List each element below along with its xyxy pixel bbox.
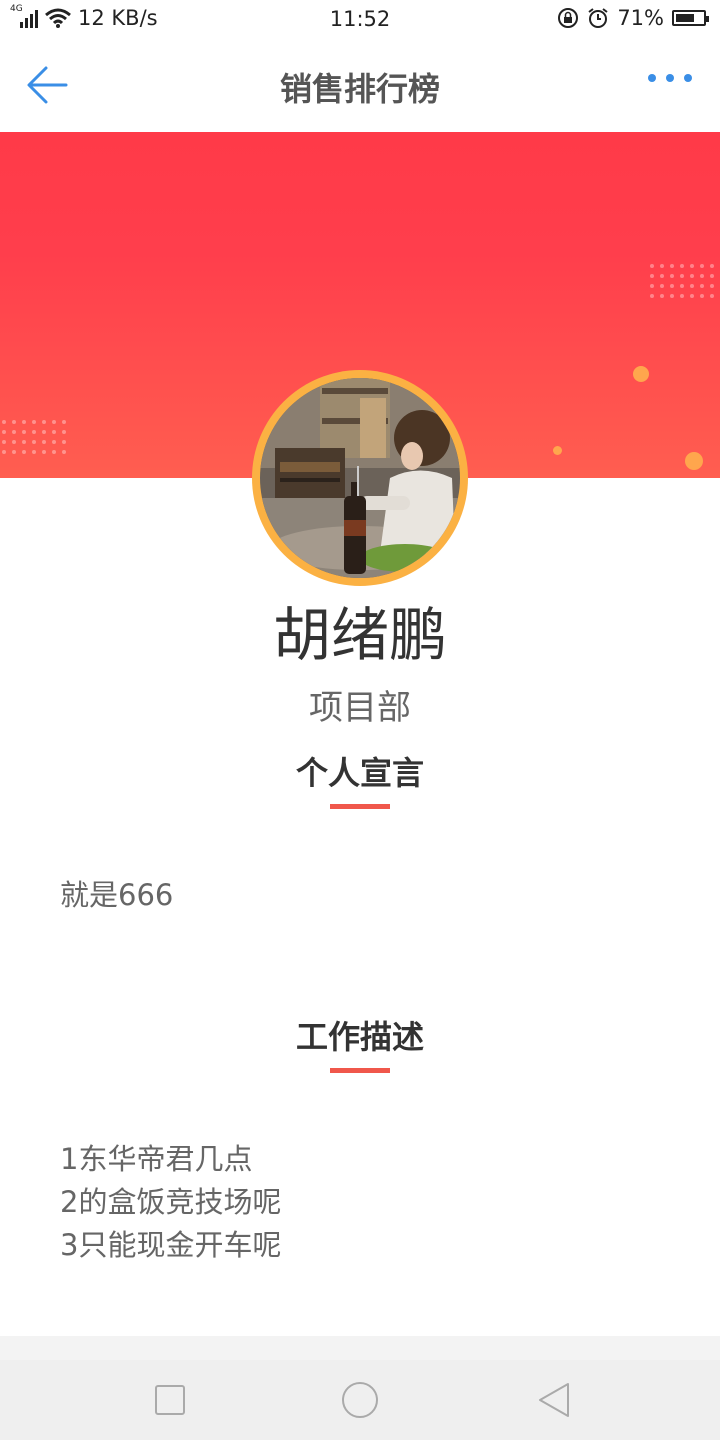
declaration-underline (330, 804, 390, 809)
work-line: 2的盒饭竞技场呢 (60, 1185, 282, 1219)
more-button[interactable] (648, 74, 692, 82)
battery-percent: 71% (617, 6, 664, 30)
triangle-back-icon (539, 1383, 569, 1417)
declaration-title: 个人宣言 (295, 754, 424, 792)
decor-ball (685, 452, 703, 470)
battery-icon (672, 10, 709, 26)
work-title: 工作描述 (295, 1018, 424, 1056)
avatar (252, 370, 468, 586)
avatar-photo (260, 378, 460, 578)
square-icon (155, 1385, 185, 1415)
employee-name: 胡绪鹏 (272, 601, 447, 669)
status-bar: 4G 12 KB/s 11:52 71% (0, 0, 720, 38)
more-dot (684, 74, 692, 82)
more-dot (666, 74, 674, 82)
bottom-divider (0, 1336, 720, 1360)
status-right: 71% (557, 6, 709, 30)
rotation-lock-icon (558, 8, 579, 28)
work-underline (330, 1068, 390, 1073)
system-back-button[interactable] (534, 1382, 574, 1422)
header-bar: 销售排行榜 (0, 38, 720, 132)
home-button[interactable] (340, 1382, 380, 1422)
circle-icon (342, 1382, 378, 1418)
work-description: 1东华帝君几点 2的盒饭竞技场呢 3只能现金开车呢 (60, 1138, 281, 1267)
system-nav-bar (0, 1360, 720, 1440)
work-line: 1东华帝君几点 (60, 1142, 253, 1176)
decor-ball (553, 446, 562, 455)
page-title: 销售排行榜 (279, 70, 440, 108)
alarm-icon (588, 8, 608, 28)
department-label: 项目部 (309, 688, 411, 728)
decor-ball (633, 366, 649, 382)
work-line: 3只能现金开车呢 (60, 1228, 282, 1262)
recents-button[interactable] (150, 1382, 190, 1422)
battery-fill (676, 14, 694, 22)
dot-pattern-right (650, 264, 714, 298)
declaration-content: 就是666 (60, 878, 174, 912)
dot-pattern-left (2, 420, 66, 454)
more-dots-icon (648, 74, 656, 82)
